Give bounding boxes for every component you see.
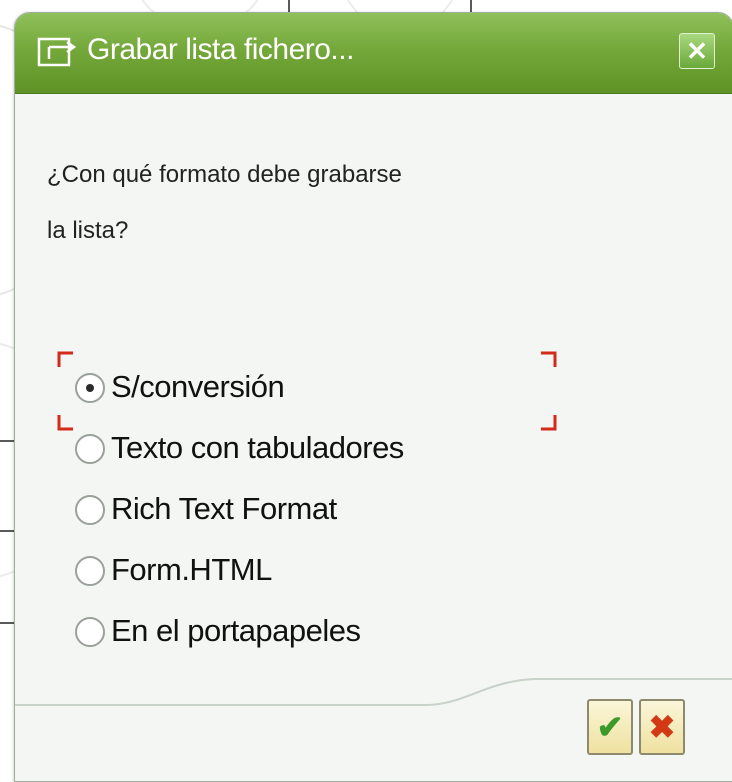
question-text-line2: la lista?: [47, 217, 129, 244]
save-file-icon: [37, 37, 77, 67]
radio-button[interactable]: [75, 373, 105, 403]
radio-button[interactable]: [75, 617, 105, 647]
radio-option-label: En el portapapeles: [111, 613, 361, 648]
radio-option-label: S/conversión: [111, 369, 285, 404]
save-list-dialog: Grabar lista fichero... ✕ ¿Con qué forma…: [14, 12, 732, 782]
radio-button[interactable]: [75, 556, 105, 586]
background-line: [288, 0, 290, 12]
radio-button[interactable]: [75, 434, 105, 464]
background-line: [0, 530, 14, 532]
dialog-title: Grabar lista fichero...: [87, 33, 354, 66]
radio-button[interactable]: [75, 495, 105, 525]
background-line: [470, 0, 472, 12]
cancel-button[interactable]: ✖: [639, 699, 685, 755]
radio-option-label: Rich Text Format: [111, 491, 337, 526]
close-button[interactable]: ✕: [679, 33, 715, 69]
background-line: [0, 440, 14, 442]
close-icon: ✕: [686, 36, 708, 66]
radio-option-label: Form.HTML: [111, 552, 272, 587]
question-text-line1: ¿Con qué formato debe grabarse: [47, 161, 402, 188]
dialog-titlebar: Grabar lista fichero... ✕: [15, 13, 732, 94]
cancel-x-icon: ✖: [648, 709, 676, 745]
radio-option-label: Texto con tabuladores: [111, 430, 404, 465]
checkmark-icon: ✔: [596, 709, 624, 745]
background-line: [0, 622, 14, 624]
ok-button[interactable]: ✔: [587, 699, 633, 755]
